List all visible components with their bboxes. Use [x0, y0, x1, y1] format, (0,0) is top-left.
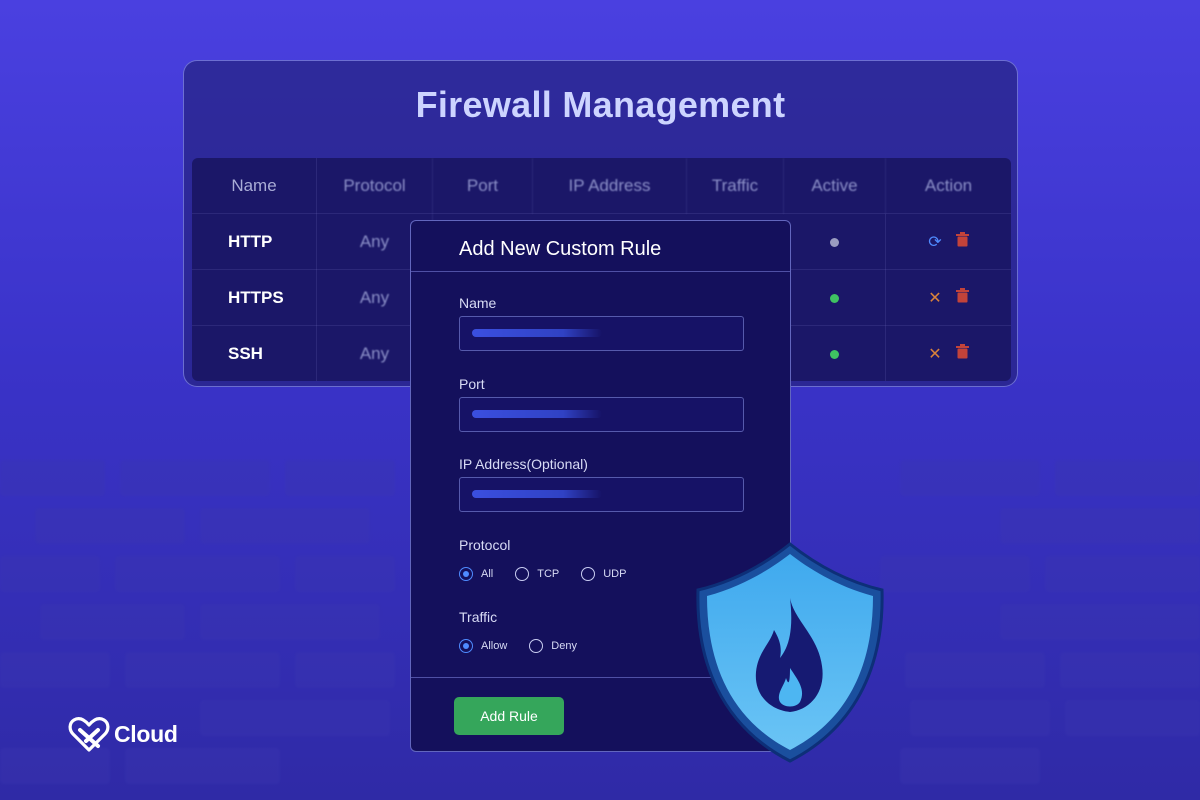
protocol-option-all[interactable]: All [459, 567, 493, 581]
action-cell: ✕ [886, 326, 1011, 381]
column-header-name: Name [192, 158, 317, 214]
table-header-row: Name Protocol Port IP Address Traffic Ac… [192, 158, 1011, 214]
column-header-ip-address: IP Address [533, 158, 687, 214]
protocol-option-tcp[interactable]: TCP [515, 567, 559, 581]
column-header-action: Action [924, 176, 973, 195]
close-icon[interactable]: ✕ [928, 344, 941, 364]
action-cell: ✕ [886, 270, 1011, 326]
radio-icon [529, 639, 544, 653]
active-cell [784, 270, 886, 326]
divider [411, 271, 790, 272]
radio-selected-icon [459, 639, 473, 653]
brand-logo: Cloud [68, 716, 178, 752]
protocol-option-udp[interactable]: UDP [581, 567, 626, 581]
close-icon[interactable]: ✕ [928, 288, 941, 308]
cloud-heart-logo-icon [68, 717, 110, 752]
radio-icon [581, 567, 596, 581]
column-header-port: Port [433, 158, 533, 214]
action-cell: ⟳ [886, 214, 1011, 270]
page-title: Firewall Management [415, 84, 786, 125]
traffic-option-deny[interactable]: Deny [529, 639, 577, 653]
brand-name: Cloud [114, 720, 178, 747]
name-input[interactable] [459, 316, 744, 351]
active-cell [784, 326, 886, 381]
placeholder-bar [472, 329, 602, 337]
radio-selected-icon [459, 567, 473, 581]
protocol-radio-group: All TCP UDP [459, 567, 648, 581]
port-input[interactable] [459, 397, 744, 432]
radio-icon [515, 567, 530, 581]
traffic-label: Traffic [459, 609, 498, 625]
rule-name: HTTPS [192, 270, 317, 326]
add-rule-button[interactable]: Add Rule [454, 697, 564, 735]
trash-icon[interactable] [955, 344, 969, 364]
trash-icon[interactable] [955, 288, 969, 308]
refresh-icon[interactable]: ⟳ [928, 232, 941, 252]
traffic-radio-group: Allow Deny [459, 639, 599, 653]
column-header-traffic: Traffic [687, 158, 784, 214]
port-label: Port [459, 376, 485, 392]
placeholder-bar [472, 410, 602, 418]
ip-address-input[interactable] [459, 477, 744, 512]
trash-icon[interactable] [955, 232, 969, 252]
protocol-label: Protocol [459, 537, 511, 553]
traffic-option-allow[interactable]: Allow [459, 639, 507, 653]
column-header-active: Active [784, 158, 886, 214]
placeholder-bar [472, 490, 602, 498]
status-dot-icon [830, 349, 839, 359]
dialog-title: Add New Custom Rule [459, 238, 662, 260]
status-dot-icon [830, 293, 839, 303]
status-dot-icon [830, 237, 839, 247]
ip-address-label: IP Address(Optional) [459, 456, 588, 472]
column-header-protocol: Protocol [317, 158, 433, 214]
name-label: Name [459, 295, 497, 311]
rule-name: HTTP [192, 214, 317, 270]
rule-name: SSH [192, 326, 317, 381]
active-cell [784, 214, 886, 270]
firewall-shield-icon [696, 542, 884, 763]
